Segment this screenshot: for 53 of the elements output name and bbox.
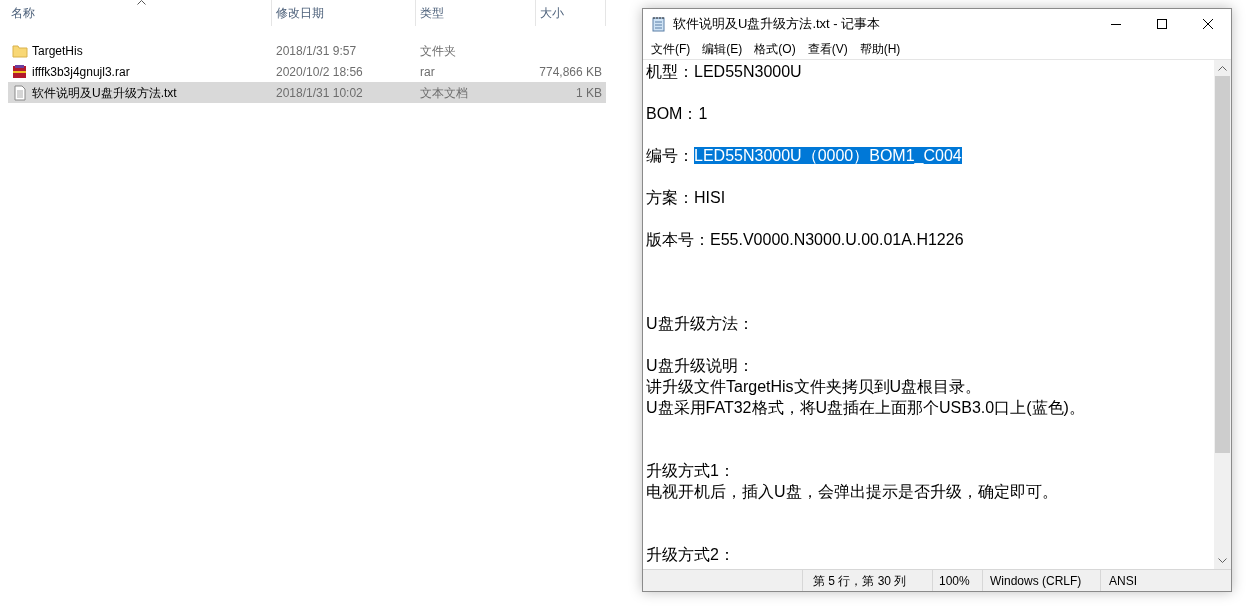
text-line: 版本号：E55.V0000.N3000.U.00.01A.H1226	[646, 231, 964, 248]
column-header[interactable]: 类型	[416, 0, 536, 26]
text-line: 机型：LED55N3000U	[646, 63, 802, 80]
file-size: 774,866 KB	[539, 64, 602, 79]
folder-icon	[12, 42, 28, 59]
scrollbar[interactable]	[1214, 60, 1231, 569]
file-row[interactable]: 软件说明及U盘升级方法.txt 2018/1/31 10:02 文本文档 1 KB	[8, 82, 606, 103]
column-header[interactable]: 大小	[536, 0, 606, 26]
text-line: 讲升级文件TargetHis文件夹拷贝到U盘根目录。	[646, 378, 982, 395]
status-text: Windows (CRLF)	[990, 572, 1082, 590]
notepad-icon	[651, 16, 667, 32]
archive-icon	[12, 63, 28, 80]
column-header[interactable]: 修改日期	[272, 0, 416, 26]
minimize-icon	[1111, 23, 1121, 25]
file-type: 文件夹	[420, 43, 456, 58]
menu-item[interactable]: 帮助(H)	[853, 39, 907, 59]
text-line: U盘升级方法：	[646, 315, 754, 332]
scrollbar-thumb[interactable]	[1215, 76, 1230, 453]
text-line: 升级方式1：	[646, 462, 735, 479]
file-date: 2018/1/31 10:02	[276, 85, 363, 100]
scroll-up-icon	[1218, 66, 1227, 71]
file-row[interactable]: ifffk3b3j4gnujl3.rar 2020/10/2 18:56 rar 774,866 KB	[8, 61, 606, 82]
text-line: U盘升级说明：	[646, 357, 754, 374]
document-icon	[12, 84, 28, 101]
file-name: ifffk3b3j4gnujl3.rar	[32, 63, 130, 81]
text-line: BOM：1	[646, 105, 708, 122]
file-date: 2020/10/2 18:56	[276, 64, 363, 79]
file-name: TargetHis	[32, 42, 83, 60]
status-text: 第 5 行，第 30 列	[813, 572, 907, 590]
text-line: 升级方式2：	[646, 546, 735, 563]
window-title: 软件说明及U盘升级方法.txt - 记事本	[673, 15, 881, 34]
maximize-icon	[1157, 19, 1167, 29]
file-date: 2018/1/31 9:57	[276, 43, 357, 58]
status-text: ANSI	[1109, 572, 1137, 590]
text-line: 方案：HISI	[646, 189, 726, 206]
text-line: 电视开机后，插入U盘，会弹出提示是否升级，确定即可。	[646, 483, 1058, 500]
file-row[interactable]: TargetHis 2018/1/31 9:57 文件夹	[8, 40, 606, 61]
sort-caret-icon	[137, 0, 146, 5]
column-header[interactable]: 名称	[8, 0, 272, 26]
text-line: 编号：	[646, 147, 694, 164]
menu-item[interactable]: 文件(F)	[645, 39, 697, 59]
selected-text: LED55N3000U（0000）BOM1_C004	[694, 147, 962, 164]
file-type: 文本文档	[420, 85, 468, 100]
menu-item[interactable]: 格式(O)	[748, 39, 802, 59]
file-size: 1 KB	[576, 85, 602, 100]
close-icon	[1203, 19, 1213, 29]
file-name: 软件说明及U盘升级方法.txt	[32, 84, 177, 102]
status-text: 100%	[939, 572, 970, 590]
menu-item[interactable]: 查看(V)	[801, 39, 854, 59]
text-line: U盘采用FAT32格式，将U盘插在上面那个USB3.0口上(蓝色)。	[646, 399, 1085, 416]
file-type: rar	[420, 64, 435, 79]
menu-item[interactable]: 编辑(E)	[696, 39, 749, 59]
scroll-down-icon	[1218, 558, 1227, 563]
